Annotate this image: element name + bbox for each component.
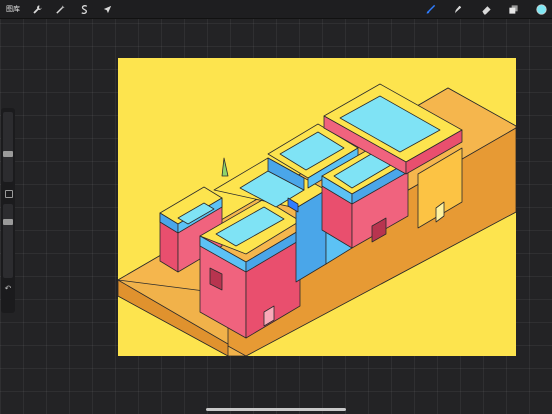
brush-size-slider[interactable] <box>3 112 13 182</box>
brush-size-thumb[interactable] <box>3 151 13 157</box>
smudge-icon[interactable] <box>450 2 464 16</box>
top-toolbar: 图库 <box>0 0 552 19</box>
eraser-icon[interactable] <box>479 2 493 16</box>
gallery-button[interactable]: 图库 <box>6 3 20 15</box>
selection-icon[interactable] <box>77 2 91 16</box>
wrench-icon[interactable] <box>30 2 44 16</box>
brush-icon[interactable] <box>423 2 437 16</box>
undo-icon[interactable]: ↶ <box>3 284 13 294</box>
isometric-2020-artwork <box>118 83 516 356</box>
opacity-thumb[interactable] <box>3 219 13 226</box>
drawing-canvas[interactable] <box>118 58 516 356</box>
home-indicator[interactable] <box>206 408 346 411</box>
opacity-slider[interactable] <box>3 204 13 278</box>
left-sidebar: ↶ <box>1 108 15 313</box>
magic-wand-icon[interactable] <box>53 2 67 16</box>
modify-button[interactable] <box>5 190 13 198</box>
color-picker[interactable] <box>534 2 548 16</box>
arrow-cursor-icon[interactable] <box>100 2 114 16</box>
layers-icon[interactable] <box>506 2 520 16</box>
